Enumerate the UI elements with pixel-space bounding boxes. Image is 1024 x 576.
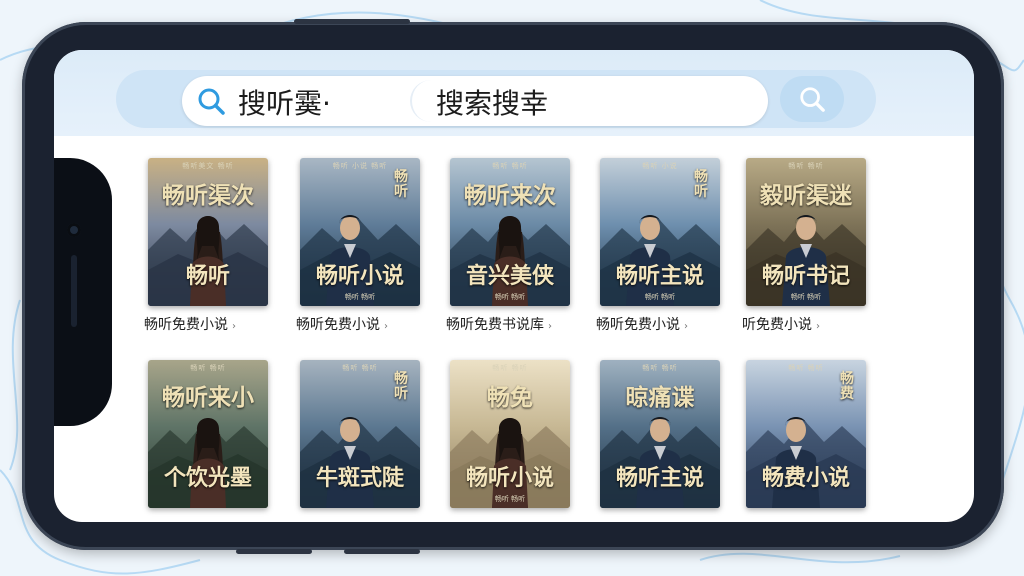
book-card[interactable]: 畅听 小说 畅听 畅听 畅听小说 畅听 畅听 畅听免费小说 › xyxy=(296,158,420,336)
cover-subtitle: 畅听主说 xyxy=(615,465,704,491)
cover-top-text: 畅听 畅听 xyxy=(190,364,226,372)
search-query-text[interactable]: 搜索搜幸 xyxy=(436,82,548,122)
book-cover[interactable]: 畅听 畅听 畅听 牛斑式陡 xyxy=(300,360,420,508)
phone-bottom-button-1 xyxy=(236,549,312,554)
cover-bottom-text: 畅听 畅听 xyxy=(344,293,376,301)
book-cover[interactable]: 畅听 畅听 晾痛谍 畅听主说 xyxy=(600,360,720,508)
book-card[interactable]: 畅听 畅听 毅听渠迷 畅听书记 畅听 畅听 听免费小说 › xyxy=(742,158,866,336)
cover-bottom-text: 畅听 畅听 xyxy=(644,293,676,301)
book-cover[interactable]: 畅听 畅听 畅免 畅听小说 畅听 畅听 xyxy=(450,360,570,508)
chevron-right-icon: › xyxy=(816,321,820,332)
cover-title: 畅听来次 xyxy=(464,182,556,209)
phone-screen: 搜听霙· 搜索搜幸 畅听美文 畅听 畅听渠次 畅听 畅听免费小说 › 畅听 小说… xyxy=(54,50,974,522)
cover-title: 畅免 xyxy=(487,384,533,411)
cover-figure xyxy=(626,215,674,306)
chevron-right-icon: › xyxy=(384,321,388,332)
book-title[interactable]: 畅听免费小说 › xyxy=(144,316,276,336)
book-title-text[interactable]: 畅听免费小说 xyxy=(596,317,680,333)
cover-figure xyxy=(190,418,226,508)
cover-figure xyxy=(492,216,528,306)
cover-subtitle: 畅听 xyxy=(185,263,230,289)
cover-title: 畅听来小 xyxy=(162,384,254,411)
cover-figure xyxy=(326,215,374,306)
cover-bottom-text: 畅听 畅听 xyxy=(790,293,822,301)
cover-top-text: 畅听美文 畅听 xyxy=(182,162,234,170)
book-title-text[interactable]: 畅听免费小说 xyxy=(296,317,380,333)
phone-bottom-button-2 xyxy=(344,549,420,554)
cover-figure xyxy=(636,417,684,508)
book-card[interactable]: 畅听 畅听 畅听来次 音兴美侠 畅听 畅听 畅听免费书说库 › xyxy=(446,158,570,336)
search-icon xyxy=(198,88,225,115)
book-card[interactable]: 畅听 畅听 晾痛谍 畅听主说 xyxy=(600,360,720,508)
cover-figure xyxy=(326,417,374,508)
chevron-right-icon: › xyxy=(684,321,688,332)
phone-top-button xyxy=(294,19,410,24)
cover-top-text: 畅听 畅听 xyxy=(492,364,528,372)
search-divider xyxy=(410,80,432,122)
cover-subtitle: 畅听主说 xyxy=(615,263,704,289)
cover-figure xyxy=(782,215,830,306)
cover-bottom-text: 畅听 畅听 xyxy=(494,293,526,301)
speaker-grille xyxy=(71,255,77,327)
book-card[interactable]: 畅听 畅听 畅免 畅听小说 畅听 畅听 xyxy=(450,360,570,508)
cover-subtitle: 牛斑式陡 xyxy=(315,465,404,491)
cover-subtitle: 畅听小说 xyxy=(465,465,554,491)
book-title[interactable]: 听免费小说 › xyxy=(742,316,874,336)
book-card[interactable]: 畅听 畅听 畅听来小 个饮光墨 xyxy=(148,360,268,508)
search-button[interactable] xyxy=(780,76,844,122)
cover-top-text: 畅听 畅听 xyxy=(492,162,528,170)
cover-side-title: 畅听 xyxy=(394,371,408,402)
cover-side-title: 畅听 xyxy=(694,169,708,200)
book-cover[interactable]: 畅听 畅听 毅听渠迷 畅听书记 畅听 畅听 xyxy=(746,158,866,306)
book-title[interactable]: 畅听免费书说库 › xyxy=(446,316,578,336)
cover-side-title: 畅听 xyxy=(394,169,408,200)
book-card[interactable]: 畅听 畅听 畅费 畅费小说 xyxy=(746,360,866,508)
cover-subtitle: 个饮光墨 xyxy=(163,465,252,491)
cover-subtitle: 畅听书记 xyxy=(761,263,850,289)
book-title-text[interactable]: 畅听免费小说 xyxy=(144,317,228,333)
cover-side-title: 畅费 xyxy=(840,371,854,402)
chevron-right-icon: › xyxy=(232,321,236,332)
book-cover[interactable]: 畅听 小说 畅听 畅听 畅听小说 畅听 畅听 xyxy=(300,158,420,306)
cover-title: 晾痛谍 xyxy=(625,384,695,411)
cover-figure xyxy=(492,418,528,508)
book-card[interactable]: 畅听美文 畅听 畅听渠次 畅听 畅听免费小说 › xyxy=(144,158,268,336)
book-cover[interactable]: 畅听美文 畅听 畅听渠次 畅听 xyxy=(148,158,268,306)
search-icon xyxy=(800,87,825,112)
search-header: 搜听霙· 搜索搜幸 xyxy=(54,50,974,136)
book-title[interactable]: 畅听免费小说 › xyxy=(596,316,728,336)
cover-figure xyxy=(190,216,226,306)
book-title-text[interactable]: 听免费小说 xyxy=(742,317,812,333)
cover-figure xyxy=(772,417,820,508)
book-cover[interactable]: 畅听 小说 畅听 畅听主说 畅听 畅听 xyxy=(600,158,720,306)
cover-top-text: 畅听 畅听 xyxy=(642,364,678,372)
cover-title: 畅听渠次 xyxy=(162,182,254,209)
cover-bottom-text: 畅听 畅听 xyxy=(494,495,526,503)
book-cover[interactable]: 畅听 畅听 畅听来小 个饮光墨 xyxy=(148,360,268,508)
book-cover[interactable]: 畅听 畅听 畅费 畅费小说 xyxy=(746,360,866,508)
camera-icon xyxy=(67,223,81,237)
chevron-right-icon: › xyxy=(548,321,552,332)
search-hint-text[interactable]: 搜听霙· xyxy=(238,82,331,122)
book-title[interactable]: 畅听免费小说 › xyxy=(296,316,428,336)
book-card[interactable]: 畅听 小说 畅听 畅听主说 畅听 畅听 畅听免费小说 › xyxy=(596,158,720,336)
cover-subtitle: 畅费小说 xyxy=(761,465,850,491)
book-cover[interactable]: 畅听 畅听 畅听来次 音兴美侠 畅听 畅听 xyxy=(450,158,570,306)
cover-subtitle: 畅听小说 xyxy=(315,263,404,289)
phone-notch xyxy=(54,158,112,426)
cover-subtitle: 音兴美侠 xyxy=(465,263,554,289)
cover-title: 毅听渠迷 xyxy=(760,182,852,209)
book-card[interactable]: 畅听 畅听 畅听 牛斑式陡 xyxy=(300,360,420,508)
cover-top-text: 畅听 畅听 xyxy=(788,162,824,170)
book-title-text[interactable]: 畅听免费书说库 xyxy=(446,317,544,333)
